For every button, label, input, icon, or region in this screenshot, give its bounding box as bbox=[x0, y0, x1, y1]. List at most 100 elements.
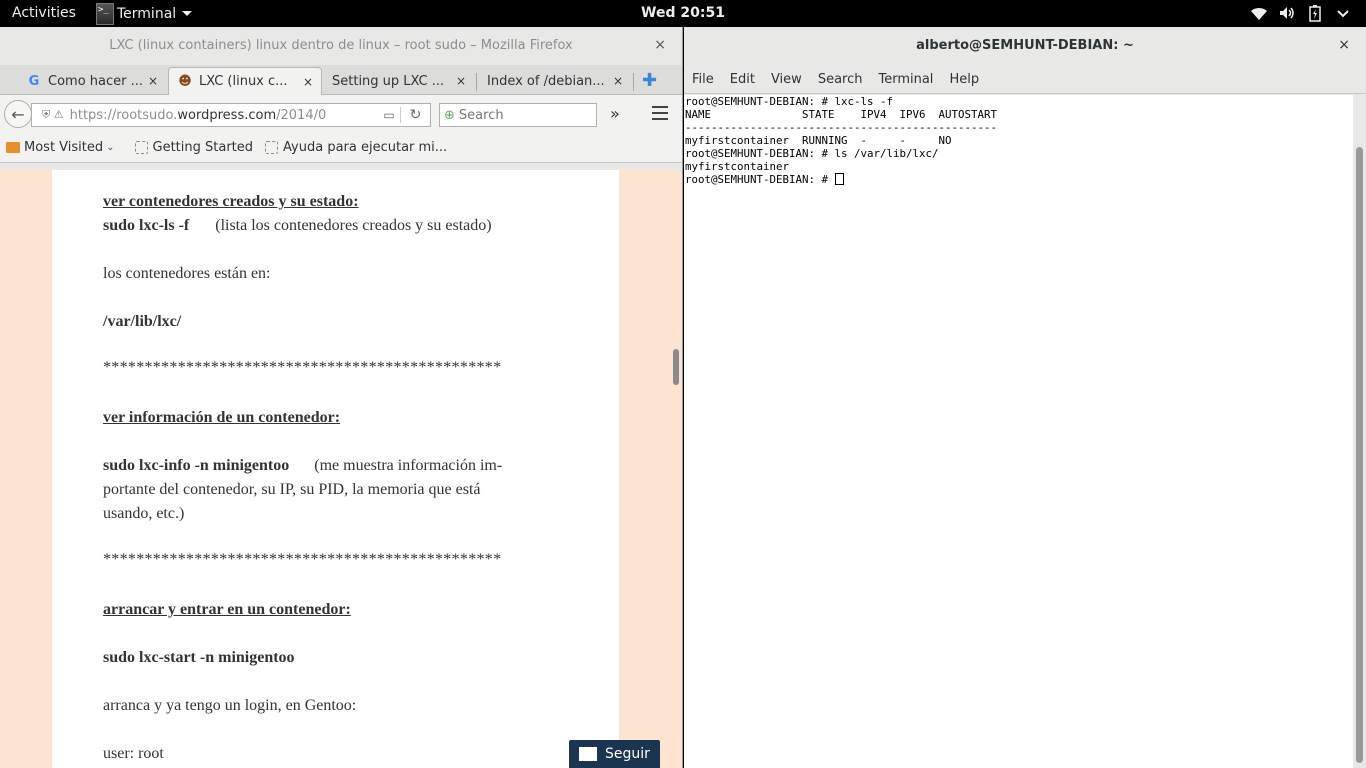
section-heading: ver contenedores creados y su estado: bbox=[103, 193, 359, 210]
terminal-line: myfirstcontainer bbox=[685, 160, 790, 173]
folder-icon bbox=[6, 142, 20, 153]
menu-view[interactable]: View bbox=[771, 72, 802, 87]
terminal-line: NAME STATE IPV4 IPV6 AUTOSTART bbox=[685, 108, 998, 121]
tab-separator bbox=[476, 73, 477, 91]
google-icon: G bbox=[28, 73, 40, 89]
url-bar[interactable]: ⛨ ⚠ https://rootsudo.wordpress.com/2014/… bbox=[31, 103, 431, 127]
arrow-left-icon: ← bbox=[11, 104, 25, 124]
close-window-button[interactable]: × bbox=[654, 37, 666, 53]
separator-stars: ****************************************… bbox=[103, 551, 502, 568]
search-box[interactable]: ⊕ bbox=[439, 103, 597, 127]
bookmark-label: Most Visited bbox=[24, 140, 104, 155]
paragraph: user: root bbox=[103, 745, 164, 762]
bookmark-label: Getting Started bbox=[152, 140, 254, 155]
close-tab-icon[interactable]: × bbox=[303, 75, 313, 89]
chevron-down-icon: ⌄ bbox=[106, 142, 115, 153]
app-menu-label: Terminal bbox=[117, 5, 177, 22]
toolbar-overflow-button[interactable]: » bbox=[610, 104, 620, 123]
navigation-toolbar: ⛨ ⚠ https://rootsudo.wordpress.com/2014/… bbox=[0, 95, 682, 133]
search-input[interactable] bbox=[458, 107, 579, 123]
command-description: (lista los contenedores creados y su est… bbox=[215, 217, 492, 234]
terminal-titlebar[interactable]: alberto@SEMHUNT-DEBIAN: ~ × bbox=[684, 27, 1366, 65]
follow-icon bbox=[579, 747, 597, 761]
tab-label: Setting up LXC ... bbox=[332, 73, 445, 89]
firefox-titlebar[interactable]: LXC (linux containers) linux dentro de l… bbox=[0, 27, 682, 65]
tab-1[interactable]: G Como hacer ... × bbox=[18, 67, 166, 95]
terminal-line: ----------------------------------------… bbox=[685, 121, 998, 134]
follow-label: Seguir bbox=[605, 746, 650, 762]
terminal-app-icon: >_ bbox=[96, 2, 114, 25]
section-heading: arrancar y entrar en un contenedor: bbox=[103, 601, 351, 618]
tab-4[interactable]: Index of /debian... × bbox=[479, 67, 631, 95]
command-line: sudo lxc-info -n minigentoo (me muestra i… bbox=[103, 454, 573, 478]
tab-2-active[interactable]: ☻ LXC (linux c... × bbox=[168, 67, 322, 95]
battery-icon bbox=[1309, 5, 1321, 22]
menu-edit[interactable]: Edit bbox=[730, 72, 755, 87]
command-line: sudo lxc-ls -f (lista los contenedores cr… bbox=[103, 214, 573, 238]
page-viewport[interactable]: ver contenedores creados y su estado: su… bbox=[0, 170, 682, 768]
reload-icon[interactable]: ↻ bbox=[400, 107, 430, 123]
tab-strip: G Como hacer ... × ☻ LXC (linux c... × S… bbox=[0, 65, 682, 95]
menu-file[interactable]: File bbox=[692, 72, 714, 87]
shield-lock-icon: ⛨ ⚠ bbox=[42, 108, 64, 121]
wifi-icon bbox=[1251, 7, 1267, 20]
command: sudo lxc-info -n minigentoo bbox=[103, 457, 290, 474]
tab-separator bbox=[633, 73, 634, 91]
bookmark-getting-started[interactable]: Getting Started bbox=[134, 140, 254, 155]
url-text: https://rootsudo.wordpress.com/2014/0 bbox=[69, 107, 327, 123]
activities-button[interactable]: Activities bbox=[12, 5, 76, 21]
close-window-button[interactable]: × bbox=[1338, 37, 1350, 53]
bookmark-ayuda[interactable]: Ayuda para ejecutar mi... bbox=[265, 140, 447, 155]
system-tray[interactable] bbox=[1250, 4, 1352, 22]
menu-search[interactable]: Search bbox=[818, 72, 863, 87]
terminal-output[interactable]: root@SEMHUNT-DEBIAN: # lxc-ls -f NAME ST… bbox=[684, 95, 1353, 768]
tab-label: Index of /debian... bbox=[487, 73, 605, 89]
window-title: LXC (linux containers) linux dentro de l… bbox=[109, 38, 573, 53]
prompt: root@SEMHUNT-DEBIAN: # bbox=[685, 173, 835, 186]
back-button[interactable]: ← bbox=[4, 100, 32, 128]
tab-3[interactable]: Setting up LXC ... × bbox=[324, 67, 474, 95]
text-cursor bbox=[834, 173, 844, 185]
new-tab-button[interactable]: ✚ bbox=[642, 70, 657, 91]
close-tab-icon[interactable]: × bbox=[148, 74, 158, 88]
bookmark-label: Ayuda para ejecutar mi... bbox=[283, 140, 448, 155]
terminal-prompt-line: root@SEMHUNT-DEBIAN: # bbox=[685, 173, 1353, 186]
gnome-top-bar: Activities >_ Terminal Wed 20:51 bbox=[0, 0, 1366, 27]
bookmark-most-visited[interactable]: Most Visited ⌄ bbox=[6, 140, 115, 155]
article-body: ver contenedores creados y su estado: su… bbox=[52, 170, 619, 768]
power-menu-icon bbox=[1337, 10, 1349, 18]
hamburger-menu-icon[interactable] bbox=[652, 106, 668, 120]
command: sudo lxc-ls -f bbox=[103, 217, 190, 234]
follow-button[interactable]: Seguir bbox=[569, 740, 660, 768]
terminal-line: myfirstcontainer RUNNING - - NO bbox=[685, 134, 952, 147]
reader-view-icon[interactable]: ▭ bbox=[378, 108, 400, 122]
page-icon bbox=[265, 141, 279, 154]
page-scrollbar-thumb[interactable] bbox=[673, 349, 679, 385]
path-text: /var/lib/lxc/ bbox=[103, 313, 182, 330]
menu-terminal[interactable]: Terminal bbox=[878, 72, 933, 87]
command: sudo lxc-start -n minigentoo bbox=[103, 649, 295, 666]
close-tab-icon[interactable]: × bbox=[456, 74, 466, 88]
paragraph: portante del contenedor, su IP, su PID, … bbox=[103, 481, 481, 498]
close-tab-icon[interactable]: × bbox=[613, 74, 623, 88]
clock-container: Wed 20:51 bbox=[0, 5, 1366, 21]
command-description: (me muestra información im- bbox=[314, 457, 503, 474]
chevron-down-icon bbox=[182, 11, 193, 16]
terminal-line: root@SEMHUNT-DEBIAN: # lxc-ls -f bbox=[685, 95, 894, 108]
app-menu[interactable]: >_ Terminal bbox=[96, 0, 193, 27]
window-title: alberto@SEMHUNT-DEBIAN: ~ bbox=[916, 38, 1134, 53]
bookmarks-toolbar: Most Visited ⌄ Getting Started Ayuda par… bbox=[0, 133, 682, 163]
firefox-window: LXC (linux containers) linux dentro de l… bbox=[0, 27, 683, 768]
page-icon bbox=[134, 141, 148, 154]
clock[interactable]: Wed 20:51 bbox=[641, 5, 725, 21]
terminal-scrollbar-thumb[interactable] bbox=[1356, 147, 1363, 763]
terminal-line: root@SEMHUNT-DEBIAN: # ls /var/lib/lxc/ bbox=[685, 147, 939, 160]
terminal-menubar: File Edit View Search Terminal Help bbox=[684, 65, 1366, 94]
separator-stars: ****************************************… bbox=[103, 359, 502, 376]
search-engine-icon: ⊕ bbox=[444, 107, 455, 123]
site-favicon-icon: ☻ bbox=[178, 74, 192, 89]
section-heading: ver información de un contenedor: bbox=[103, 409, 341, 426]
tab-label: Como hacer ... bbox=[48, 73, 142, 89]
menu-help[interactable]: Help bbox=[949, 72, 979, 87]
tab-label: LXC (linux c... bbox=[199, 74, 288, 89]
